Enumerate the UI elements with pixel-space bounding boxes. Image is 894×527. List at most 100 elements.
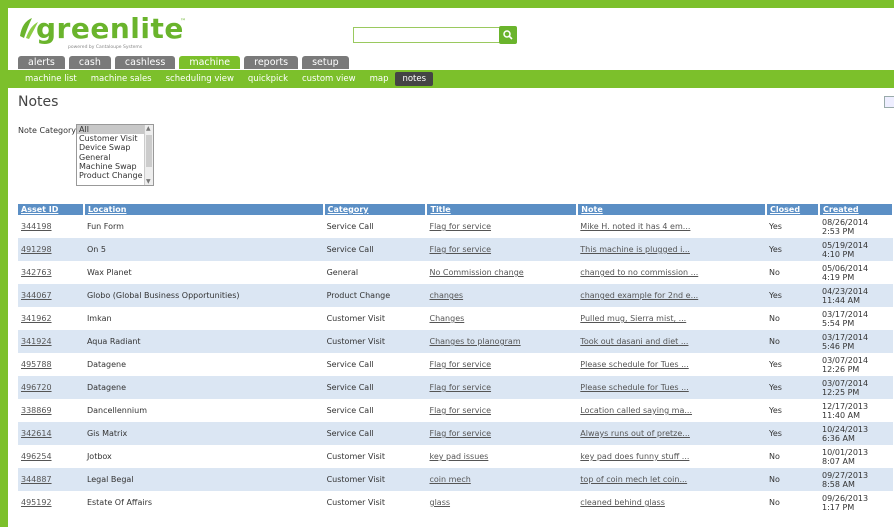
asset-id-link[interactable]: 344887 [18, 468, 84, 491]
category-option-product-change[interactable]: Product Change [77, 171, 153, 180]
category-option-device-swap[interactable]: Device Swap [77, 143, 153, 152]
title-link[interactable]: changes [426, 284, 578, 307]
note-link[interactable]: Please schedule for Tues ... [577, 376, 767, 399]
created-time: 8:58 AM [822, 479, 855, 489]
title-link[interactable]: Flag for service [426, 353, 578, 376]
asset-id-link[interactable]: 495788 [18, 353, 84, 376]
asset-id-link[interactable]: 341962 [18, 307, 84, 330]
title-link[interactable]: Flag for service [426, 376, 578, 399]
note-category-select[interactable]: All Customer Visit Device Swap General M… [76, 124, 154, 186]
category-cell: Customer Visit [323, 468, 427, 491]
asset-id-link[interactable]: 341924 [18, 330, 84, 353]
asset-id-link[interactable]: 344067 [18, 284, 84, 307]
asset-id-link[interactable]: 496720 [18, 376, 84, 399]
note-category-label: Note Category [18, 126, 77, 135]
notes-table: Asset ID Location Category Title Note Cl… [18, 204, 894, 514]
title-link[interactable]: glass [426, 491, 578, 514]
subnav-map[interactable]: map [363, 72, 396, 86]
category-option-all[interactable]: All [77, 125, 153, 135]
created-date: 03/17/2014 [822, 332, 869, 342]
asset-id-link[interactable]: 342763 [18, 261, 84, 284]
title-link[interactable]: Flag for service [426, 215, 578, 238]
created-date: 05/06/2014 [822, 263, 869, 273]
category-option-customer-visit[interactable]: Customer Visit [77, 134, 153, 143]
column-header-asset-id[interactable]: Asset ID [18, 204, 85, 215]
created-time: 11:40 AM [822, 410, 860, 420]
title-link[interactable]: Changes [426, 307, 578, 330]
note-link[interactable]: Pulled mug, Sierra mist, ... [577, 307, 767, 330]
closed-cell: No [766, 445, 819, 468]
tab-machine[interactable]: machine [179, 56, 241, 69]
asset-id-link[interactable]: 338869 [18, 399, 84, 422]
created-cell: 03/07/2014 12:25 PM [819, 376, 893, 399]
note-link[interactable]: top of coin mech let coin... [577, 468, 767, 491]
asset-id-link[interactable]: 496254 [18, 445, 84, 468]
note-link[interactable]: Please schedule for Tues ... [577, 353, 767, 376]
category-option-machine-swap[interactable]: Machine Swap [77, 162, 153, 171]
table-row: 496720 Datagene Service Call Flag for servi… [18, 376, 893, 399]
subnav-custom-view[interactable]: custom view [295, 72, 363, 86]
table-row: 342614 Gis Matrix Service Call Flag for ser… [18, 422, 893, 445]
closed-cell: No [766, 307, 819, 330]
created-date: 03/07/2014 [822, 378, 869, 388]
subnav-machine-sales[interactable]: machine sales [84, 72, 159, 86]
category-option-general[interactable]: General [77, 153, 153, 162]
note-link[interactable]: Mike H. noted it has 4 em... [577, 215, 767, 238]
category-cell: Customer Visit [323, 445, 427, 468]
search-button[interactable] [499, 26, 517, 44]
created-cell: 08/26/2014 2:53 PM [819, 215, 893, 238]
closed-cell: Yes [766, 422, 819, 445]
tab-cash[interactable]: cash [68, 56, 111, 69]
category-scrollbar[interactable]: ▲ ▼ [144, 125, 153, 185]
column-header-closed[interactable]: Closed [766, 204, 820, 215]
tab-cashless[interactable]: cashless [114, 56, 176, 69]
title-link[interactable]: No Commission change [426, 261, 578, 284]
column-header-title[interactable]: Title [426, 204, 579, 215]
note-link[interactable]: Always runs out of pretze... [577, 422, 767, 445]
created-time: 11:44 AM [822, 295, 860, 305]
table-row: 491298 On 5 Service Call Flag for service Th… [18, 238, 893, 261]
tab-reports[interactable]: reports [244, 56, 299, 69]
note-link[interactable]: key pad does funny stuff ... [577, 445, 767, 468]
search-input[interactable] [353, 27, 501, 43]
subnav-quickpick[interactable]: quickpick [241, 72, 295, 86]
column-header-category[interactable]: Category [323, 204, 428, 215]
subnav-machine-list[interactable]: machine list [18, 72, 84, 86]
title-link[interactable]: coin mech [426, 468, 578, 491]
note-link[interactable]: This machine is plugged i... [577, 238, 767, 261]
created-date: 05/19/2014 [822, 240, 869, 250]
title-link[interactable]: Flag for service [426, 399, 578, 422]
tab-alerts[interactable]: alerts [18, 56, 65, 69]
note-link[interactable]: cleaned behind glass [577, 491, 767, 514]
asset-id-link[interactable]: 491298 [18, 238, 84, 261]
title-link[interactable]: Flag for service [426, 238, 578, 261]
asset-id-link[interactable]: 495192 [18, 491, 84, 514]
title-link[interactable]: Flag for service [426, 422, 578, 445]
scroll-down-icon[interactable]: ▼ [146, 178, 151, 185]
asset-id-link[interactable]: 344198 [18, 215, 84, 238]
location-cell: Globo (Global Business Opportunities) [83, 284, 324, 307]
note-link[interactable]: Location called saying ma... [577, 399, 767, 422]
note-link[interactable]: changed example for 2nd e... [577, 284, 767, 307]
subnav-notes[interactable]: notes [395, 72, 434, 86]
closed-cell: Yes [766, 376, 819, 399]
asset-id-link[interactable]: 342614 [18, 422, 84, 445]
note-link[interactable]: changed to no commission ... [577, 261, 767, 284]
title-link[interactable]: Changes to planogram [426, 330, 578, 353]
column-header-location[interactable]: Location [83, 204, 325, 215]
column-header-note[interactable]: Note [577, 204, 768, 215]
excel-export-icon[interactable] [884, 96, 894, 108]
created-date: 09/26/2013 [822, 493, 869, 503]
category-cell: Customer Visit [323, 330, 427, 353]
scroll-thumb[interactable] [146, 135, 152, 167]
tab-setup[interactable]: setup [302, 56, 349, 69]
scroll-up-icon[interactable]: ▲ [146, 125, 151, 132]
category-cell: Service Call [323, 399, 427, 422]
created-time: 2:53 PM [822, 226, 855, 236]
greenlite-logo[interactable]: greenlite ™ powered by Cantaloupe System… [18, 12, 218, 52]
note-link[interactable]: Took out dasani and diet ... [577, 330, 767, 353]
location-cell: Wax Planet [83, 261, 324, 284]
subnav-scheduling-view[interactable]: scheduling view [159, 72, 241, 86]
column-header-created[interactable]: Created [819, 204, 894, 215]
title-link[interactable]: key pad issues [426, 445, 578, 468]
